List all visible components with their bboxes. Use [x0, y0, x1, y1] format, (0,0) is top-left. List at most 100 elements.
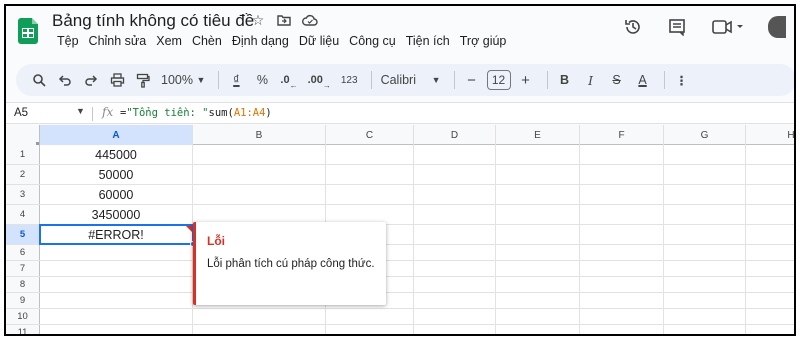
increase-font-size-button[interactable]: + — [515, 68, 537, 92]
cell-c10[interactable] — [326, 309, 414, 324]
name-box[interactable]: A5 — [14, 107, 28, 119]
zoom-select[interactable]: 100% ▼ — [158, 68, 208, 92]
cell-a6[interactable] — [40, 245, 193, 260]
increase-decimal-button[interactable]: .00 → — [305, 68, 334, 92]
cell-e7[interactable] — [496, 261, 580, 276]
cell-f3[interactable] — [580, 185, 664, 204]
cell-f7[interactable] — [580, 261, 664, 276]
cell-c3[interactable] — [326, 185, 414, 204]
cell-d5[interactable] — [414, 225, 496, 244]
cell-h7[interactable] — [746, 261, 794, 276]
cell-h2[interactable] — [746, 165, 794, 184]
cell-g9[interactable] — [664, 293, 746, 308]
cell-d11[interactable] — [414, 325, 496, 334]
cell-g3[interactable] — [664, 185, 746, 204]
cell-e9[interactable] — [496, 293, 580, 308]
cell-g10[interactable] — [664, 309, 746, 324]
menu-insert[interactable]: Chèn — [187, 34, 227, 48]
cell-a11[interactable] — [40, 325, 193, 334]
column-header-a[interactable]: A — [40, 125, 193, 145]
cell-b11[interactable] — [193, 325, 326, 334]
search-menus-icon[interactable] — [28, 68, 50, 92]
menu-help[interactable]: Trợ giúp — [455, 34, 512, 48]
cell-h9[interactable] — [746, 293, 794, 308]
cell-h11[interactable] — [746, 325, 794, 334]
cell-a7[interactable] — [40, 261, 193, 276]
cell-d9[interactable] — [414, 293, 496, 308]
cell-a3[interactable]: 60000 — [40, 185, 193, 204]
cell-h1[interactable] — [746, 145, 794, 164]
redo-icon[interactable] — [80, 68, 102, 92]
row-header[interactable]: 8 — [6, 277, 40, 292]
cell-f11[interactable] — [580, 325, 664, 334]
chevron-down-icon[interactable]: ▼ — [76, 106, 85, 116]
document-title[interactable]: Bảng tính không có tiêu đề — [52, 11, 254, 31]
star-icon[interactable]: ☆ — [250, 12, 266, 28]
cell-f2[interactable] — [580, 165, 664, 184]
menu-data[interactable]: Dữ liệu — [294, 34, 344, 48]
cell-h10[interactable] — [746, 309, 794, 324]
cell-f6[interactable] — [580, 245, 664, 260]
column-header-c[interactable]: C — [326, 125, 414, 145]
cell-d7[interactable] — [414, 261, 496, 276]
print-icon[interactable] — [106, 68, 128, 92]
row-header[interactable]: 9 — [6, 293, 40, 308]
cell-d3[interactable] — [414, 185, 496, 204]
percent-format-button[interactable]: % — [251, 68, 273, 92]
cell-e8[interactable] — [496, 277, 580, 292]
cell-a4[interactable]: 3450000 — [40, 205, 193, 224]
decrease-decimal-button[interactable]: .0 ← — [277, 68, 300, 92]
formula-input[interactable]: ="Tổng tiền: "sum(A1:A4) — [120, 107, 272, 119]
cell-f10[interactable] — [580, 309, 664, 324]
meet-icon[interactable] — [710, 16, 746, 38]
number-format-button[interactable]: 123 — [338, 68, 361, 92]
text-color-button[interactable]: A — [632, 68, 654, 92]
menu-view[interactable]: Xem — [151, 34, 187, 48]
cell-a10[interactable] — [40, 309, 193, 324]
column-header-b[interactable]: B — [193, 125, 326, 145]
cell-a1[interactable]: 445000 — [40, 145, 193, 164]
cell-e3[interactable] — [496, 185, 580, 204]
cell-d1[interactable] — [414, 145, 496, 164]
cell-g11[interactable] — [664, 325, 746, 334]
cell-h4[interactable] — [746, 205, 794, 224]
cell-a2[interactable]: 50000 — [40, 165, 193, 184]
cell-g2[interactable] — [664, 165, 746, 184]
more-options-button[interactable]: ⋮ — [671, 68, 693, 92]
cell-d2[interactable] — [414, 165, 496, 184]
row-header[interactable]: 2 — [6, 165, 40, 184]
cell-e5[interactable] — [496, 225, 580, 244]
row-header[interactable]: 3 — [6, 185, 40, 204]
row-header[interactable]: 11 — [6, 325, 40, 334]
cell-g7[interactable] — [664, 261, 746, 276]
spreadsheet-grid[interactable]: A B C D E F G H 1 445000 2 50000 3 60000 4 3450… — [6, 125, 794, 334]
strikethrough-button[interactable]: S — [606, 68, 628, 92]
cell-b2[interactable] — [193, 165, 326, 184]
row-header[interactable]: 6 — [6, 245, 40, 260]
cell-f4[interactable] — [580, 205, 664, 224]
cell-g6[interactable] — [664, 245, 746, 260]
sheets-logo-icon[interactable] — [18, 18, 38, 44]
cell-g5[interactable] — [664, 225, 746, 244]
cell-e10[interactable] — [496, 309, 580, 324]
cell-a8[interactable] — [40, 277, 193, 292]
cell-a9[interactable] — [40, 293, 193, 308]
avatar[interactable] — [768, 16, 786, 38]
column-header-d[interactable]: D — [414, 125, 496, 145]
select-all-corner[interactable] — [6, 125, 40, 145]
cell-h8[interactable] — [746, 277, 794, 292]
row-header[interactable]: 7 — [6, 261, 40, 276]
paint-format-icon[interactable] — [132, 68, 154, 92]
column-header-f[interactable]: F — [580, 125, 664, 145]
cell-f5[interactable] — [580, 225, 664, 244]
cell-g8[interactable] — [664, 277, 746, 292]
cell-d4[interactable] — [414, 205, 496, 224]
decrease-font-size-button[interactable]: − — [461, 68, 483, 92]
cloud-status-icon[interactable] — [302, 12, 318, 28]
font-select[interactable]: Calibri ▼ — [378, 68, 444, 92]
menu-edit[interactable]: Chỉnh sửa — [84, 34, 152, 48]
comments-icon[interactable] — [666, 16, 688, 38]
row-header[interactable]: 10 — [6, 309, 40, 324]
menu-format[interactable]: Định dạng — [227, 34, 294, 48]
move-folder-icon[interactable] — [276, 12, 292, 28]
